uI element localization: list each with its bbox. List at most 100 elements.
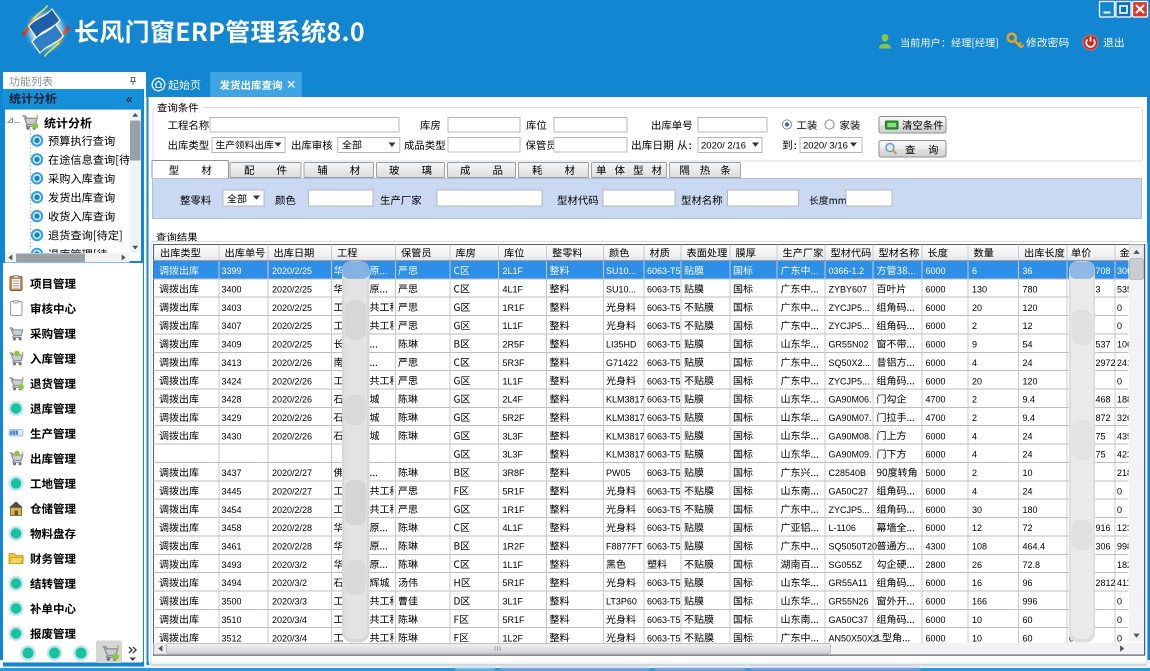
svg-text:24: 24 (1023, 486, 1033, 496)
svg-text:6000: 6000 (926, 358, 946, 368)
svg-text:2020/2/26: 2020/2/26 (272, 413, 312, 423)
svg-text:2R5F: 2R5F (503, 340, 526, 350)
svg-text:12: 12 (1023, 321, 1033, 331)
svg-text:120: 120 (1023, 303, 1038, 313)
svg-text:3R8F: 3R8F (503, 468, 526, 478)
svg-text:3429: 3429 (222, 413, 242, 423)
svg-text:6063-T5: 6063-T5 (647, 578, 681, 588)
svg-text:464.4: 464.4 (1023, 542, 1046, 552)
svg-text:ZYCJP5...: ZYCJP5... (829, 321, 870, 331)
svg-text:872: 872 (1096, 413, 1111, 423)
svg-text:5R1F: 5R1F (503, 486, 526, 496)
svg-text:4L1F: 4L1F (503, 523, 524, 533)
svg-text::: : (794, 140, 798, 152)
svg-text:6063-T5: 6063-T5 (647, 321, 681, 331)
svg-text:2020/3/2: 2020/3/2 (272, 578, 307, 588)
svg-text:6063-T5: 6063-T5 (647, 358, 681, 368)
svg-text:30: 30 (972, 505, 982, 515)
svg-text:5R3F: 5R3F (503, 358, 526, 368)
svg-text:2020/2/25: 2020/2/25 (272, 284, 312, 294)
svg-text:5R1F: 5R1F (503, 615, 526, 625)
svg-text:2: 2 (972, 395, 977, 405)
svg-text:180: 180 (1023, 505, 1038, 515)
svg-text:1L1F: 1L1F (503, 376, 524, 386)
svg-text:20: 20 (972, 303, 982, 313)
svg-text:ZYCJP5...: ZYCJP5... (829, 376, 870, 386)
svg-text:60: 60 (1023, 633, 1033, 643)
svg-text:0: 0 (1117, 303, 1122, 313)
svg-text:2020/2/26: 2020/2/26 (272, 431, 312, 441)
svg-text:6063-T5: 6063-T5 (647, 542, 681, 552)
svg-text:120: 120 (1023, 376, 1038, 386)
svg-text:72: 72 (1023, 523, 1033, 533)
svg-text:3437: 3437 (222, 468, 242, 478)
svg-text:3400: 3400 (222, 284, 242, 294)
svg-text:72.8: 72.8 (1023, 560, 1041, 570)
svg-text::: : (689, 140, 693, 152)
svg-text:3: 3 (1096, 284, 1101, 294)
svg-text:GA90M06.: GA90M06. (829, 395, 872, 405)
svg-text:2020/2/26: 2020/2/26 (272, 376, 312, 386)
svg-text:3428: 3428 (222, 395, 242, 405)
svg-text:KLM3817: KLM3817 (606, 395, 645, 405)
svg-text:4: 4 (972, 358, 977, 368)
svg-text:6063-T5: 6063-T5 (647, 340, 681, 350)
svg-text:3403: 3403 (222, 303, 242, 313)
svg-text:130: 130 (972, 284, 987, 294)
svg-text:3430: 3430 (222, 431, 242, 441)
svg-text:2020/3/4: 2020/3/4 (272, 633, 307, 643)
svg-text:36: 36 (1023, 266, 1033, 276)
svg-text:12: 12 (972, 523, 982, 533)
svg-text:KLM3817: KLM3817 (606, 431, 645, 441)
svg-text:2020/3/3: 2020/3/3 (272, 597, 307, 607)
svg-text:24: 24 (1023, 431, 1033, 441)
svg-text:1L1F: 1L1F (503, 321, 524, 331)
svg-text:0: 0 (1117, 615, 1122, 625)
svg-text:2020/2/26: 2020/2/26 (272, 395, 312, 405)
svg-text:2020/2/26: 2020/2/26 (272, 358, 312, 368)
svg-text:SU10...: SU10... (606, 284, 636, 294)
svg-text:0: 0 (1117, 376, 1122, 386)
svg-text:4300: 4300 (926, 542, 946, 552)
svg-text:LI35HD: LI35HD (606, 340, 637, 350)
svg-text:26: 26 (972, 560, 982, 570)
svg-text:3409: 3409 (222, 340, 242, 350)
svg-text:6063-T5: 6063-T5 (647, 486, 681, 496)
svg-text:10: 10 (972, 633, 982, 643)
svg-text:L-1106: L-1106 (829, 523, 856, 533)
svg-text:5R1F: 5R1F (503, 578, 526, 588)
svg-text:108: 108 (972, 542, 987, 552)
svg-text:10: 10 (972, 615, 982, 625)
svg-text:3L1F: 3L1F (503, 597, 524, 607)
svg-text:0: 0 (1117, 486, 1122, 496)
svg-text:ZYCJP5...: ZYCJP5... (829, 505, 870, 515)
svg-text:3407: 3407 (222, 321, 242, 331)
svg-text:3L3F: 3L3F (503, 431, 524, 441)
svg-text:4700: 4700 (926, 395, 946, 405)
svg-text:2020/2/25: 2020/2/25 (272, 266, 312, 276)
svg-text:6000: 6000 (926, 376, 946, 386)
svg-text:GR55A11: GR55A11 (829, 578, 868, 588)
svg-text:1L2F: 1L2F (503, 633, 524, 643)
svg-text:2020/3/2: 2020/3/2 (272, 560, 307, 570)
svg-text:0: 0 (1117, 505, 1122, 515)
svg-text:F8877FT: F8877FT (606, 542, 643, 552)
svg-text:2020/ 3/16: 2020/ 3/16 (803, 141, 848, 152)
svg-text:6000: 6000 (926, 615, 946, 625)
svg-text:708: 708 (1096, 266, 1111, 276)
svg-text:PW05: PW05 (606, 468, 631, 478)
svg-text:4: 4 (972, 431, 977, 441)
svg-text:9.4: 9.4 (1023, 395, 1036, 405)
svg-text:3399: 3399 (222, 266, 242, 276)
svg-text:GR55N02: GR55N02 (829, 340, 869, 350)
svg-text:2020/2/25: 2020/2/25 (272, 340, 312, 350)
svg-text:6063-T5: 6063-T5 (647, 413, 681, 423)
svg-text:C28540B: C28540B (829, 468, 867, 478)
svg-text:166: 166 (972, 597, 987, 607)
svg-text:6000: 6000 (926, 340, 946, 350)
svg-text:AN50X50X2: AN50X50X2 (829, 633, 879, 643)
svg-text:LT3P60: LT3P60 (606, 597, 637, 607)
svg-text:GA90M08.: GA90M08. (829, 431, 872, 441)
svg-text:3494: 3494 (222, 578, 242, 588)
svg-text:1L1F: 1L1F (503, 560, 524, 570)
